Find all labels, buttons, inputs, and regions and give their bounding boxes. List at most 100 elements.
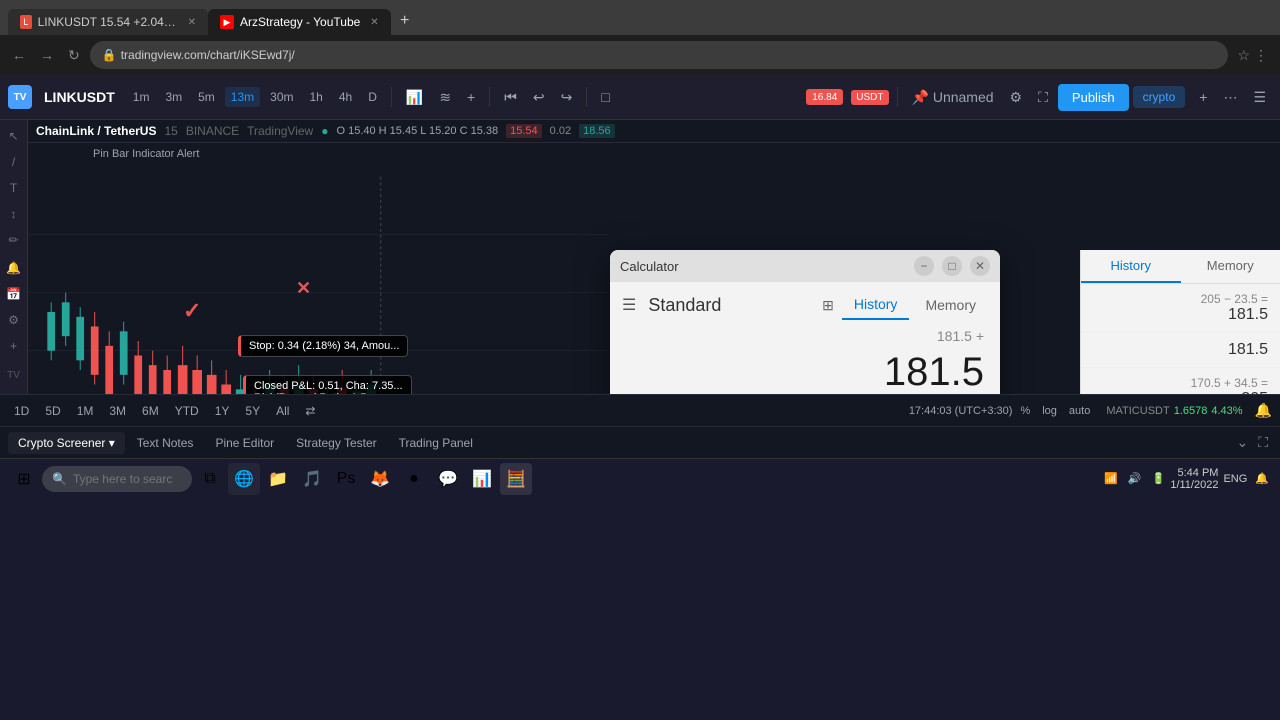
new-tab-button[interactable]: + bbox=[391, 7, 419, 35]
taskbar-firefox-icon[interactable]: 🦊 bbox=[364, 463, 396, 495]
taskbar-date-display: 1/11/2022 bbox=[1170, 479, 1218, 491]
period-1d[interactable]: 1D bbox=[8, 401, 35, 421]
period-3m[interactable]: 3M bbox=[103, 401, 132, 421]
tv-symbol[interactable]: LINKUSDT bbox=[44, 89, 115, 105]
back-button[interactable]: ← bbox=[8, 45, 30, 65]
alert-bell-icon[interactable]: 🔔 bbox=[1255, 402, 1272, 419]
calc-maximize[interactable]: □ bbox=[942, 256, 962, 276]
history-tab-memory[interactable]: Memory bbox=[1181, 250, 1280, 283]
history-entry-1b: 181.5 bbox=[1081, 333, 1280, 368]
calc-display: 181.5 + 181.5 bbox=[610, 320, 1000, 394]
chart-pair: ChainLink / TetherUS bbox=[36, 124, 156, 138]
price-badge-2: 18.56 bbox=[579, 124, 615, 138]
text-tool[interactable]: T bbox=[8, 176, 19, 200]
auto-btn[interactable]: auto bbox=[1065, 403, 1094, 419]
alerts-icon[interactable]: 🔔 bbox=[4, 256, 23, 280]
windows-search-bar[interactable]: 🔍 bbox=[42, 466, 192, 492]
drawing-tool[interactable]: ✏ bbox=[6, 228, 20, 252]
tab-text-notes[interactable]: Text Notes bbox=[127, 432, 204, 454]
search-input[interactable] bbox=[73, 472, 173, 486]
fullscreen-icon[interactable]: ⛶ bbox=[1032, 85, 1054, 110]
plus-icon[interactable]: + bbox=[8, 334, 19, 358]
compare-icon[interactable]: ⇄ bbox=[299, 401, 321, 421]
redo-icon[interactable]: ↪ bbox=[555, 85, 579, 110]
calc-hamburger-icon[interactable]: ☰ bbox=[622, 295, 636, 315]
menu-icon[interactable]: ☰ bbox=[1247, 85, 1272, 110]
notification-icon[interactable]: 🔔 bbox=[1252, 470, 1272, 487]
tf-3m[interactable]: 3m bbox=[159, 87, 188, 107]
extensions-area: ☆ ⋮ bbox=[1234, 47, 1272, 64]
tf-d[interactable]: D bbox=[362, 87, 383, 107]
tab-pine-editor[interactable]: Pine Editor bbox=[205, 432, 284, 454]
period-1y[interactable]: 1Y bbox=[209, 401, 236, 421]
gear-icon[interactable]: ⚙ bbox=[6, 308, 21, 332]
chart-ohlc: O 15.40 H 15.45 L 15.20 C 15.38 bbox=[336, 125, 498, 137]
bottom-period-bar: 1D 5D 1M 3M 6M YTD 1Y 5Y All ⇄ 17:44:03 … bbox=[0, 394, 1280, 426]
period-all[interactable]: All bbox=[270, 401, 295, 421]
start-button[interactable]: ⊞ bbox=[8, 463, 40, 495]
calc-minimize[interactable]: − bbox=[914, 256, 934, 276]
taskview-button[interactable]: ⧉ bbox=[194, 463, 226, 495]
tab-close-youtube[interactable]: ✕ bbox=[370, 17, 378, 28]
percent-btn[interactable]: % bbox=[1016, 403, 1034, 419]
compare-icon[interactable]: + bbox=[461, 85, 481, 109]
price-range-tool[interactable]: ↕ bbox=[9, 202, 19, 226]
address-bar[interactable]: 🔒 tradingview.com/chart/iKSEwd7j/ bbox=[90, 41, 1228, 69]
calendar-icon[interactable]: 📅 bbox=[4, 282, 23, 306]
period-1m[interactable]: 1M bbox=[71, 401, 100, 421]
network-icon[interactable]: 📶 bbox=[1101, 470, 1121, 487]
forward-button[interactable]: → bbox=[36, 45, 58, 65]
settings-icon[interactable]: ⚙ bbox=[1004, 85, 1029, 110]
cursor-tool[interactable]: ↖ bbox=[6, 124, 20, 148]
panel-expand-icon[interactable]: ⛶ bbox=[1254, 430, 1272, 455]
period-5d[interactable]: 5D bbox=[39, 401, 66, 421]
calc-close[interactable]: ✕ bbox=[970, 256, 990, 276]
tf-30m[interactable]: 30m bbox=[264, 87, 299, 107]
volume-icon[interactable]: 🔊 bbox=[1125, 470, 1145, 487]
undo-icon[interactable]: ↩ bbox=[527, 85, 551, 110]
panel-collapse-icon[interactable]: ⌄ bbox=[1232, 430, 1252, 455]
publish-button[interactable]: Publish bbox=[1058, 84, 1129, 111]
tab-trading-panel[interactable]: Trading Panel bbox=[389, 432, 483, 454]
tf-1m[interactable]: 1m bbox=[127, 87, 156, 107]
refresh-button[interactable]: ↻ bbox=[64, 45, 84, 66]
chart-type-icon[interactable]: 📊 bbox=[400, 85, 429, 110]
taskbar-app1-icon[interactable]: 💬 bbox=[432, 463, 464, 495]
crypto-button[interactable]: crypto bbox=[1133, 86, 1186, 108]
tf-4h[interactable]: 4h bbox=[333, 87, 358, 107]
trend-line-tool[interactable]: / bbox=[10, 150, 17, 174]
calc-titlebar: Calculator − □ ✕ bbox=[610, 250, 1000, 282]
period-6m[interactable]: 6M bbox=[136, 401, 165, 421]
tab-crypto-screener[interactable]: Crypto Screener ▾ bbox=[8, 432, 125, 454]
tab-close-linkusdt[interactable]: ✕ bbox=[188, 17, 196, 28]
taskbar-photoshop-icon[interactable]: Ps bbox=[330, 463, 362, 495]
tab-youtube[interactable]: ▶ ArzStrategy - YouTube ✕ bbox=[208, 9, 391, 35]
unnamed-icon[interactable]: 📌 Unnamed bbox=[906, 85, 1000, 110]
tab-linkusdt[interactable]: L LINKUSDT 15.54 +2.04% Unn... ✕ bbox=[8, 9, 208, 35]
calc-tab-memory[interactable]: Memory bbox=[913, 291, 988, 319]
battery-icon[interactable]: 🔋 bbox=[1149, 470, 1169, 487]
more-icon[interactable]: ⋯ bbox=[1217, 85, 1243, 110]
tf-13m[interactable]: 13m bbox=[225, 87, 260, 107]
drawing-icon[interactable]: □ bbox=[595, 85, 615, 109]
tf-5m[interactable]: 5m bbox=[192, 87, 221, 107]
taskbar-clock[interactable]: 5:44 PM 1/11/2022 bbox=[1170, 467, 1218, 491]
indicators-icon[interactable]: ≋ bbox=[433, 85, 457, 110]
taskbar-chrome-icon[interactable]: 🌐 bbox=[228, 463, 260, 495]
replay-icon[interactable]: ⏮ bbox=[498, 85, 523, 110]
tf-1h[interactable]: 1h bbox=[303, 87, 328, 107]
add-watchlist-icon[interactable]: + bbox=[1193, 85, 1213, 109]
taskbar-calculator-icon[interactable]: 🧮 bbox=[500, 463, 532, 495]
tab-strategy-tester[interactable]: Strategy Tester bbox=[286, 432, 386, 454]
calc-tab-history[interactable]: History bbox=[842, 290, 910, 320]
taskbar-chrome2-icon[interactable]: ● bbox=[398, 463, 430, 495]
log-btn[interactable]: log bbox=[1038, 403, 1061, 419]
taskbar-app2-icon[interactable]: 📊 bbox=[466, 463, 498, 495]
history-tab-history[interactable]: History bbox=[1081, 250, 1181, 283]
calc-mode-switch-icon[interactable]: ⊞ bbox=[818, 293, 838, 318]
period-ytd[interactable]: YTD bbox=[169, 401, 205, 421]
taskbar-spotify-icon[interactable]: 🎵 bbox=[296, 463, 328, 495]
taskbar-explorer-icon[interactable]: 📁 bbox=[262, 463, 294, 495]
period-5y[interactable]: 5Y bbox=[239, 401, 266, 421]
toolbar-separator-1 bbox=[391, 87, 392, 107]
